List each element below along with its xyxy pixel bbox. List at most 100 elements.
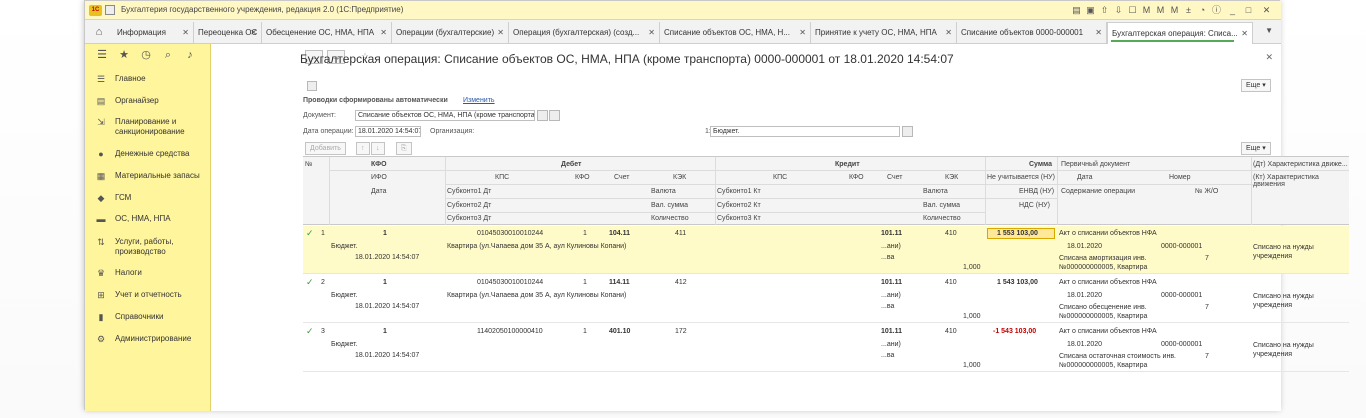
memory-plus-icon[interactable]: M	[1155, 4, 1166, 16]
save-icon[interactable]: ▣	[1085, 4, 1096, 16]
download-icon[interactable]: ⇩	[1113, 4, 1124, 16]
row-budget: Бюджет.	[331, 292, 358, 299]
memory-m-icon[interactable]: M	[1141, 4, 1152, 16]
change-link[interactable]: Изменить	[463, 97, 495, 104]
row-credit-sub1: ...ани)	[881, 243, 901, 250]
select-document-icon[interactable]	[537, 110, 548, 121]
tab-operations[interactable]: Операции (бухгалтерские) ✕	[392, 22, 509, 43]
history-icon[interactable]: ◷	[135, 48, 157, 61]
book-icon: ▮	[98, 312, 104, 322]
app-logo: 1С	[89, 5, 102, 16]
sidebar-item-label: Налоги	[115, 268, 142, 277]
col-date: Дата	[371, 188, 387, 195]
table-row[interactable]: ✓ 2 1 Бюджет. 18.01.2020 14:54:07 010450…	[303, 275, 1349, 323]
col-debit-sub2: Субконто2 Дт	[447, 202, 492, 209]
bell-icon[interactable]: ♪	[179, 49, 201, 61]
row-primary-date: 18.01.2020	[1067, 341, 1103, 348]
memory-minus-icon[interactable]: M	[1169, 4, 1180, 16]
close-tab-icon[interactable]: ✕	[182, 22, 189, 43]
sidebar-item-label: Денежные средства	[115, 149, 190, 158]
sidebar-item-label: Услуги, работы, производство	[115, 237, 174, 256]
sections-sidebar: ☰ ★ ◷ ⌕ ♪ ☰ Главное ▤ Органайзер ⇲ Планирование…	[85, 44, 211, 411]
row-jo: 7	[1205, 304, 1209, 311]
row-primary-date: 18.01.2020	[1067, 292, 1103, 299]
move-down-button[interactable]: ↓	[371, 142, 385, 155]
row-primary-number: 0000-000001	[1161, 243, 1203, 250]
row-debit-account: 401.10	[609, 328, 631, 335]
home-icon[interactable]: ⌂	[91, 24, 107, 40]
open-link-icon[interactable]	[549, 110, 560, 121]
tab-information[interactable]: Информация ✕	[113, 22, 194, 43]
tab-impairment[interactable]: Обесценение ОС, НМА, НПА ✕	[262, 22, 392, 43]
row-credit-sub1: ...ани)	[881, 292, 901, 299]
more-button[interactable]: Еще ▾	[1241, 79, 1271, 92]
move-up-button[interactable]: ↑	[356, 142, 370, 155]
row-debit-kek: 412	[675, 279, 687, 286]
close-tab-icon[interactable]: ✕	[1095, 22, 1102, 43]
col-credit-qty: Количество	[923, 215, 961, 222]
row-number: 1	[321, 230, 325, 237]
link-icon[interactable]: ☐	[1127, 4, 1138, 16]
sidebar-item-label: Планирование и санкционирование	[115, 117, 185, 136]
copy-button[interactable]: ⎘	[396, 142, 412, 155]
document-field[interactable]: Списание объектов ОС, НМА, НПА (кроме тр…	[355, 110, 535, 121]
info-icon[interactable]: ⓘ	[1211, 4, 1222, 16]
tab-label: Операция (бухгалтерская) (созд...	[513, 28, 640, 37]
row-debit-kps: 01045030010010244	[477, 279, 544, 286]
active-check-icon: ✓	[306, 228, 314, 238]
tab-revaluation[interactable]: Переоценка ОС ✕	[194, 22, 262, 43]
close-window-icon[interactable]: ✕	[1261, 4, 1272, 16]
col-envd: ЕНВД (НУ)	[1019, 188, 1055, 195]
operation-date-label: Дата операции:	[303, 128, 354, 135]
tab-write-off-doc[interactable]: Списание объектов 0000-000001 ✕	[957, 22, 1107, 43]
boxes-icon: ▦	[96, 171, 106, 181]
post-icon[interactable]	[307, 81, 317, 91]
upload-icon[interactable]: ⇧	[1099, 4, 1110, 16]
close-tab-icon[interactable]: ✕	[799, 22, 806, 43]
sidebar-item-label: Главное	[115, 74, 146, 83]
print-icon[interactable]: ▤	[1071, 4, 1082, 16]
operation-date-field[interactable]: 18.01.2020 14:54:07	[355, 126, 421, 137]
menu-icon[interactable]: ☰	[91, 48, 113, 61]
add-button[interactable]: Добавить	[305, 142, 346, 155]
row-date: 18.01.2020 14:54:07	[355, 254, 420, 261]
budget-field[interactable]: Бюджет.	[710, 126, 900, 137]
close-tab-icon[interactable]: ✕	[380, 22, 387, 43]
tab-acceptance[interactable]: Принятие к учету ОС, НМА, НПА ✕	[811, 22, 957, 43]
close-form-icon[interactable]: ✕	[1265, 52, 1273, 63]
tabs-dropdown-icon[interactable]: ▼	[1265, 26, 1273, 35]
row-credit-kek: 410	[945, 328, 957, 335]
row-credit-sub2: ...ва	[881, 303, 895, 310]
row-characteristic: Списано на нужды учреждения	[1253, 342, 1314, 358]
close-tab-icon[interactable]: ✕	[497, 22, 504, 43]
open-link-icon[interactable]	[902, 126, 913, 137]
close-tab-icon[interactable]: ✕	[945, 22, 952, 43]
row-debit-kfo: 1	[583, 328, 587, 335]
tab-label: Бухгалтерская операция: Списа...	[1112, 29, 1238, 38]
col-credit-cursum: Вал. сумма	[923, 202, 960, 209]
menu-icon[interactable]	[105, 5, 115, 15]
minimize-icon[interactable]: _	[1227, 4, 1238, 16]
close-tab-icon[interactable]: ✕	[250, 22, 257, 43]
col-credit-account: Счет	[887, 174, 903, 181]
close-tab-icon[interactable]: ✕	[1241, 23, 1248, 44]
more-button-2[interactable]: Еще ▾	[1241, 142, 1271, 155]
tab-operation-create[interactable]: Операция (бухгалтерская) (созд... ✕	[509, 22, 660, 43]
row-debit-account: 114.11	[609, 279, 630, 286]
tab-accounting-operation[interactable]: Бухгалтерская операция: Списа... ✕	[1107, 22, 1253, 44]
close-tab-icon[interactable]: ✕	[648, 22, 655, 43]
more-label: Еще	[1246, 145, 1261, 152]
calendar-icon: ▤	[96, 96, 106, 106]
calc-icon[interactable]: ±	[1183, 4, 1194, 16]
col-primary-date: Дата	[1077, 174, 1093, 181]
table-row[interactable]: ✓ 3 1 Бюджет. 18.01.2020 14:54:07 114020…	[303, 324, 1349, 372]
favorites-icon[interactable]: ★	[113, 48, 135, 61]
maximize-icon[interactable]: □	[1243, 4, 1254, 16]
bell-icon[interactable]: ◔	[1197, 4, 1208, 16]
tab-write-off[interactable]: Списание объектов ОС, НМА, Н... ✕	[660, 22, 811, 43]
truck-icon: ▬	[96, 214, 106, 224]
table-row[interactable]: ✓ 1 1 Бюджет. 18.01.2020 14:54:07 010450…	[303, 226, 1349, 274]
row-primary-title: Акт о списании объектов НФА	[1059, 230, 1157, 237]
search-icon[interactable]: ⌕	[157, 49, 179, 62]
row-debit-account: 104.11	[609, 230, 631, 237]
